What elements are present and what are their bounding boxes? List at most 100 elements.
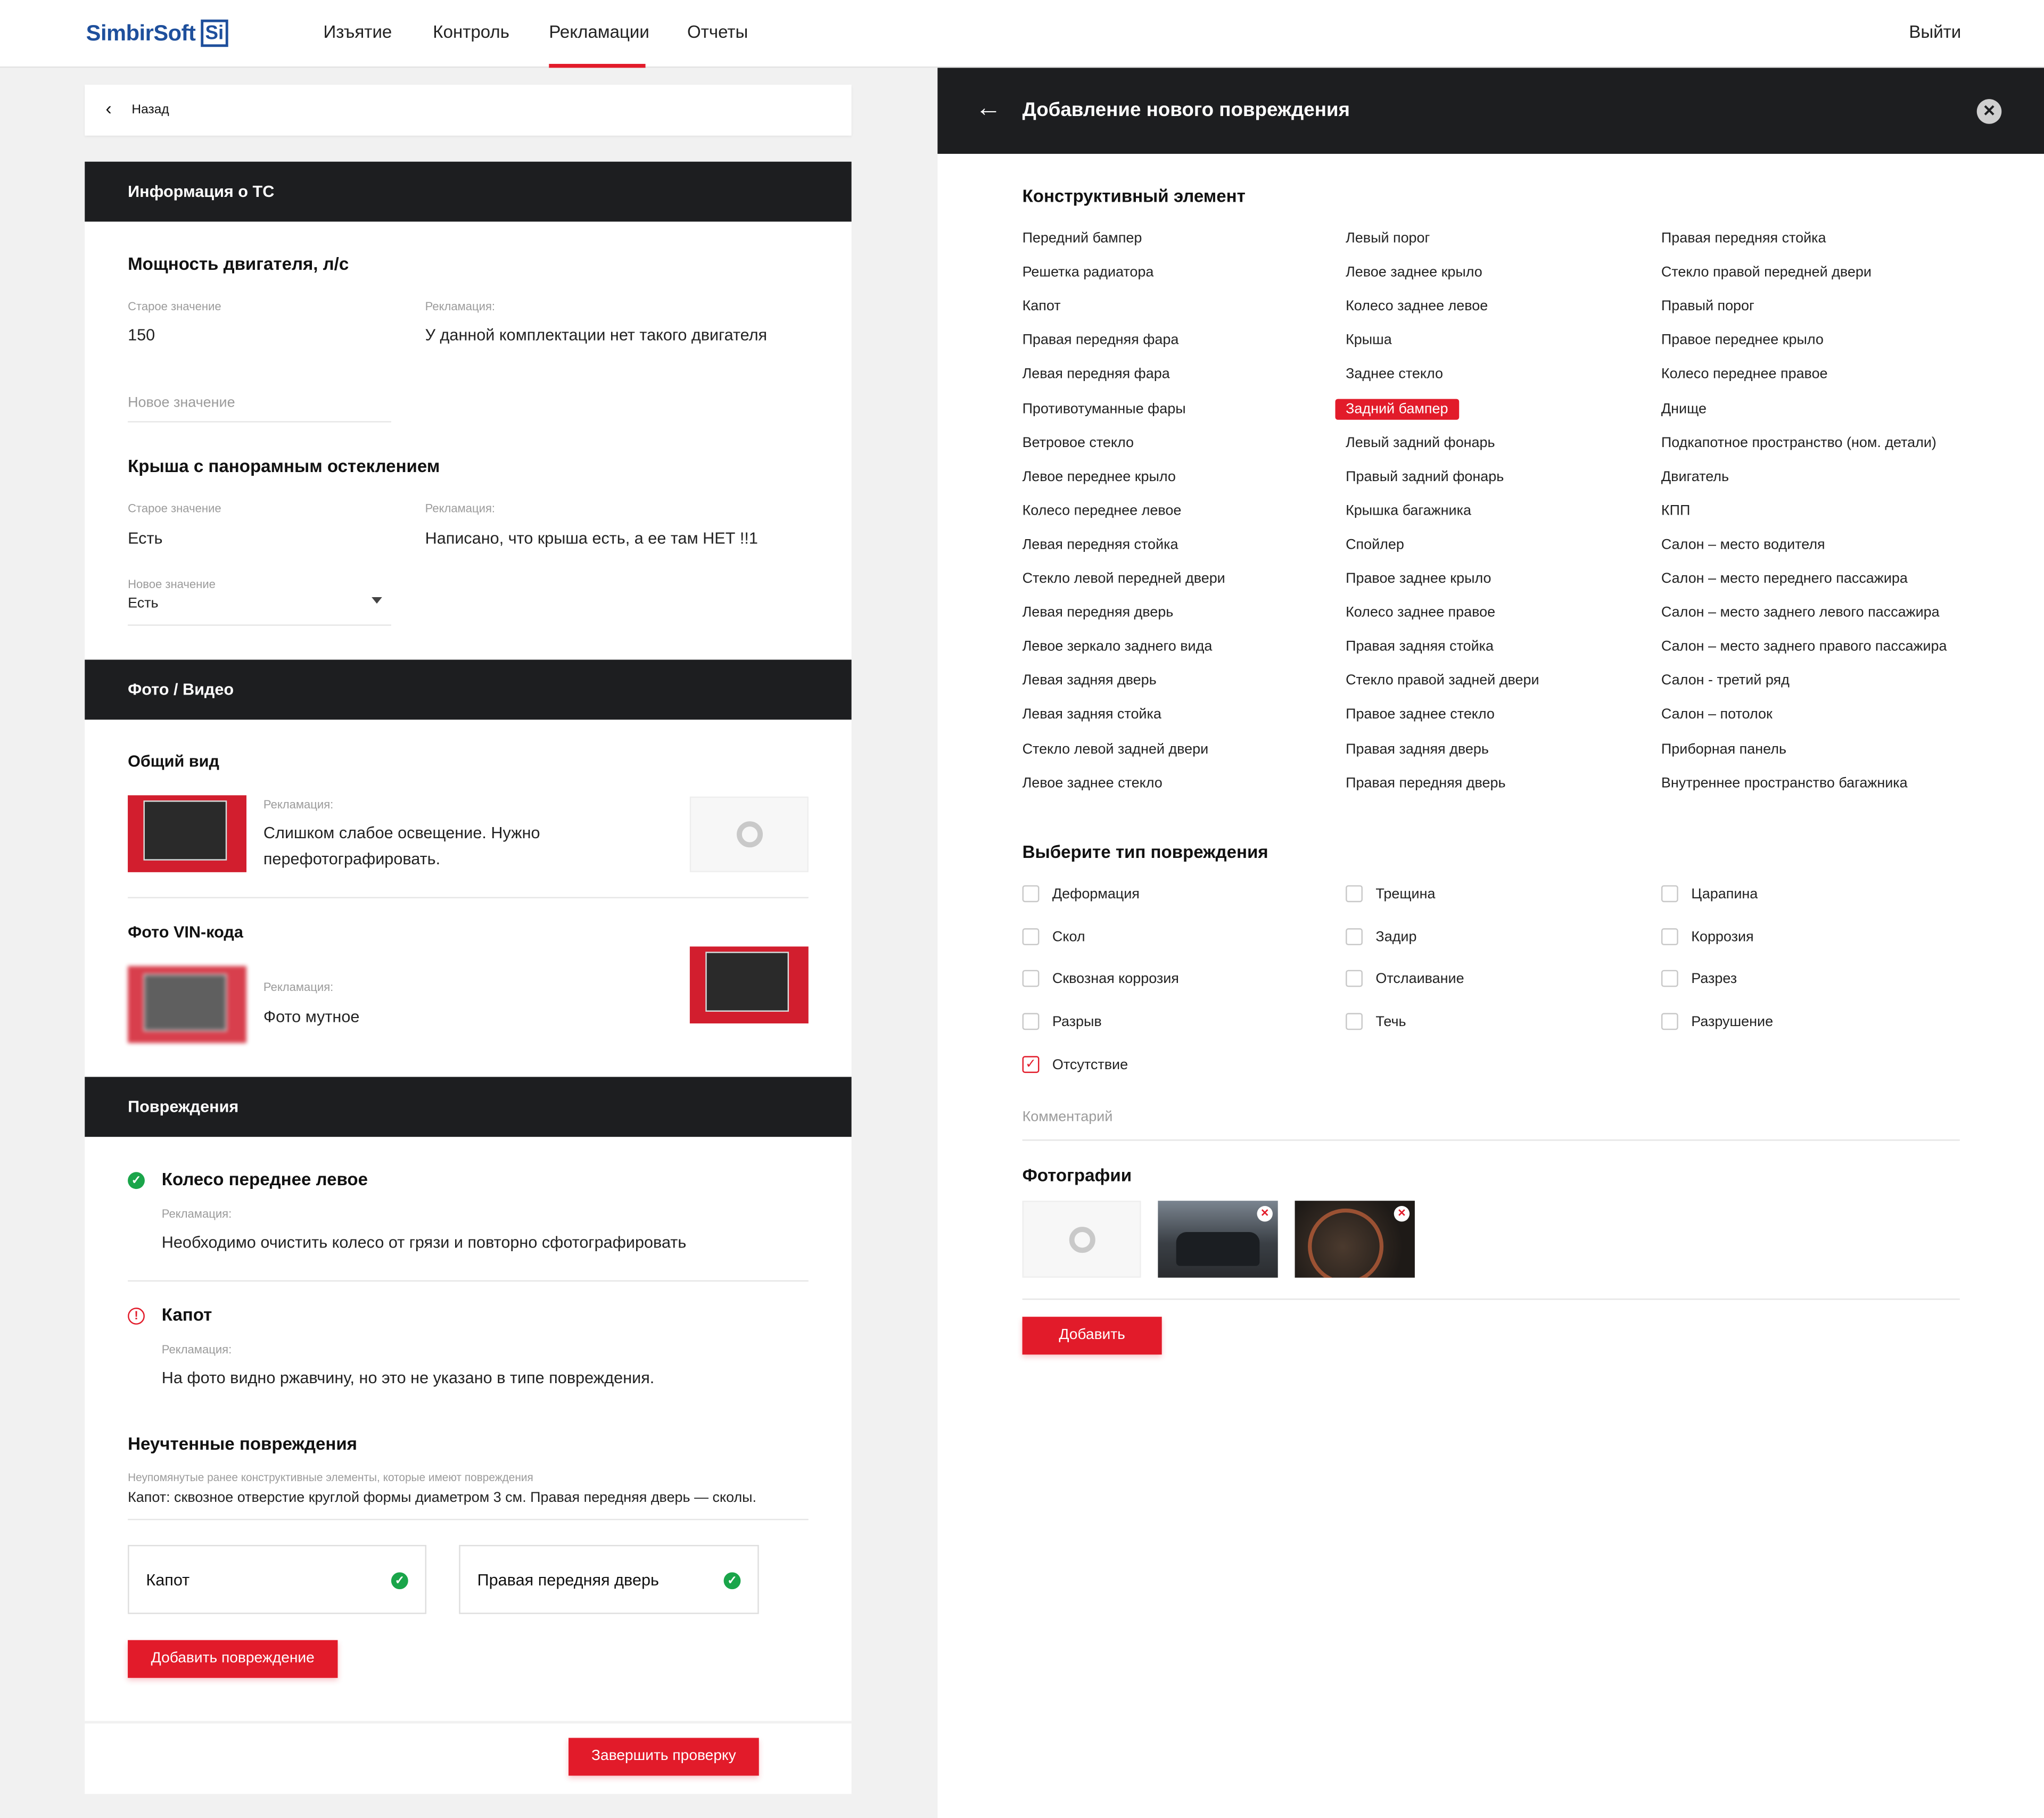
element-option[interactable]: Капот: [1023, 299, 1061, 314]
element-option[interactable]: Левое заднее стекло: [1023, 775, 1163, 791]
damage-type-checkbox[interactable]: ✓: [1022, 1055, 1040, 1073]
unaccounted-box-door[interactable]: Правая передняя дверь ✓: [459, 1544, 759, 1614]
element-option[interactable]: Правая задняя дверь: [1346, 741, 1489, 757]
nav-active-indicator: [549, 64, 646, 68]
element-option[interactable]: Спойлер: [1346, 537, 1404, 552]
finish-check-button[interactable]: Завершить проверку: [568, 1738, 759, 1776]
engine-old-label: Старое значение: [128, 300, 221, 313]
element-option[interactable]: Левая задняя дверь: [1023, 673, 1157, 689]
damage-type-checkbox[interactable]: [1346, 1013, 1363, 1030]
arrow-left-icon[interactable]: ←: [975, 94, 1001, 123]
element-option[interactable]: Левое заднее крыло: [1346, 265, 1482, 280]
logout-button[interactable]: Выйти: [1909, 22, 1961, 42]
back-bar[interactable]: ‹ Назад: [85, 85, 852, 136]
top-nav: SimbirSoft Si Изъятие Контроль Рекламаци…: [0, 0, 2044, 68]
nav-item-izyatie[interactable]: Изъятие: [324, 22, 392, 42]
roof-new-label: Новое значение: [128, 577, 216, 591]
damage-type-checkbox[interactable]: [1022, 1013, 1040, 1030]
element-option[interactable]: Колесо заднее левое: [1346, 299, 1488, 314]
damage-type-checkbox[interactable]: [1661, 885, 1678, 903]
element-option[interactable]: Левый порог: [1346, 231, 1430, 246]
damage-type-checkbox[interactable]: [1022, 928, 1040, 945]
photo-dashboard[interactable]: ✕: [1295, 1201, 1415, 1278]
unaccounted-box-hood[interactable]: Капот ✓: [128, 1544, 427, 1614]
element-option[interactable]: Правая передняя стойка: [1661, 231, 1826, 246]
element-option[interactable]: Левый задний фонарь: [1346, 435, 1495, 450]
element-option[interactable]: Заднее стекло: [1346, 367, 1443, 382]
damage-type-checkbox[interactable]: [1661, 1013, 1678, 1030]
element-option[interactable]: Крышка багажника: [1346, 503, 1471, 518]
element-option[interactable]: Колесо заднее правое: [1346, 605, 1495, 621]
element-option[interactable]: КПП: [1661, 503, 1690, 518]
element-option[interactable]: Правая передняя дверь: [1346, 775, 1505, 791]
chevron-down-icon[interactable]: [372, 597, 382, 604]
photo-placeholder[interactable]: [689, 796, 809, 872]
damage-type-checkbox[interactable]: [1346, 885, 1363, 903]
box-label: Правая передняя дверь: [477, 1571, 659, 1590]
element-option[interactable]: Правое переднее крыло: [1661, 333, 1824, 348]
element-option[interactable]: Решетка радиатора: [1023, 265, 1154, 280]
element-option[interactable]: Салон – место заднего левого пассажира: [1661, 605, 1940, 621]
damage-type-checkbox[interactable]: [1022, 970, 1040, 988]
element-option[interactable]: Салон - третий ряд: [1661, 673, 1790, 689]
element-option[interactable]: Колесо переднее правое: [1661, 367, 1828, 382]
logo[interactable]: SimbirSoft Si: [86, 19, 228, 47]
element-option[interactable]: Салон – место заднего правого пассажира: [1661, 639, 1947, 655]
photo-car[interactable]: ✕: [1158, 1201, 1278, 1278]
element-option[interactable]: Внутреннее пространство багажника: [1661, 775, 1908, 791]
engine-title: Мощность двигателя, л/с: [128, 254, 349, 274]
element-option[interactable]: Правый задний фонарь: [1346, 469, 1504, 484]
damage-type-checkbox[interactable]: [1346, 970, 1363, 988]
element-option[interactable]: Стекло левой передней двери: [1023, 571, 1225, 586]
element-option[interactable]: Левая передняя стойка: [1023, 537, 1178, 552]
element-option[interactable]: Ветровое стекло: [1023, 435, 1134, 450]
damage-type-checkbox[interactable]: [1346, 928, 1363, 945]
damage-type-checkbox[interactable]: [1661, 970, 1678, 988]
element-option[interactable]: Задний бампер: [1335, 398, 1459, 419]
element-option[interactable]: Колесо переднее левое: [1023, 503, 1182, 518]
element-option[interactable]: Противотуманные фары: [1023, 401, 1186, 416]
element-option[interactable]: Правая задняя стойка: [1346, 639, 1494, 655]
damage-claim-label: Рекламация:: [161, 1207, 232, 1220]
element-option[interactable]: Подкапотное пространство (ном. детали): [1661, 435, 1936, 450]
vin-photo-blurred[interactable]: [128, 966, 246, 1043]
element-option[interactable]: Днище: [1661, 401, 1707, 416]
engine-new-value-input[interactable]: Новое значение: [128, 395, 235, 410]
element-option[interactable]: Двигатель: [1661, 469, 1729, 484]
element-option[interactable]: Правое заднее стекло: [1346, 707, 1495, 723]
element-option[interactable]: Левая передняя дверь: [1023, 605, 1174, 621]
general-view-photo[interactable]: [128, 795, 246, 872]
element-option[interactable]: Салон – место водителя: [1661, 537, 1825, 552]
damage-type-checkbox[interactable]: [1022, 885, 1040, 903]
element-option[interactable]: Стекло левой задней двери: [1023, 741, 1209, 757]
element-option[interactable]: Передний бампер: [1023, 231, 1142, 246]
element-option[interactable]: Левая передняя фара: [1023, 367, 1170, 382]
nav-item-reklamacii[interactable]: Рекламации: [549, 22, 649, 42]
damage-type-label: Коррозия: [1691, 929, 1754, 945]
remove-photo-icon[interactable]: ✕: [1257, 1205, 1273, 1222]
remove-photo-icon[interactable]: ✕: [1394, 1205, 1410, 1222]
element-option[interactable]: Стекло правой передней двери: [1661, 265, 1872, 280]
element-option[interactable]: Левая задняя стойка: [1023, 707, 1161, 723]
element-option[interactable]: Крыша: [1346, 333, 1392, 348]
add-damage-button[interactable]: Добавить повреждение: [128, 1640, 338, 1678]
element-option[interactable]: Приборная панель: [1661, 741, 1786, 757]
element-option[interactable]: Левое зеркало заднего вида: [1023, 639, 1213, 655]
element-option[interactable]: Стекло правой задней двери: [1346, 673, 1539, 689]
unaccounted-text: Капот: сквозное отверстие круглой формы …: [128, 1490, 757, 1506]
damage-type-checkbox[interactable]: [1661, 928, 1678, 945]
comment-input[interactable]: Комментарий: [1023, 1110, 1113, 1125]
element-option[interactable]: Правое заднее крыло: [1346, 571, 1491, 586]
photo-upload-placeholder[interactable]: [1022, 1201, 1141, 1278]
add-button[interactable]: Добавить: [1022, 1317, 1162, 1355]
element-option[interactable]: Правая передняя фара: [1023, 333, 1179, 348]
roof-new-select[interactable]: Есть: [128, 596, 159, 611]
element-option[interactable]: Левое переднее крыло: [1023, 469, 1176, 484]
vin-photo-new[interactable]: [689, 946, 809, 1024]
element-option[interactable]: Салон – место переднего пассажира: [1661, 571, 1908, 586]
nav-item-otchety[interactable]: Отчеты: [687, 22, 748, 42]
nav-item-kontrol[interactable]: Контроль: [433, 22, 509, 42]
close-icon[interactable]: ✕: [1976, 99, 2002, 124]
element-option[interactable]: Салон – потолок: [1661, 707, 1773, 723]
element-option[interactable]: Правый порог: [1661, 299, 1754, 314]
